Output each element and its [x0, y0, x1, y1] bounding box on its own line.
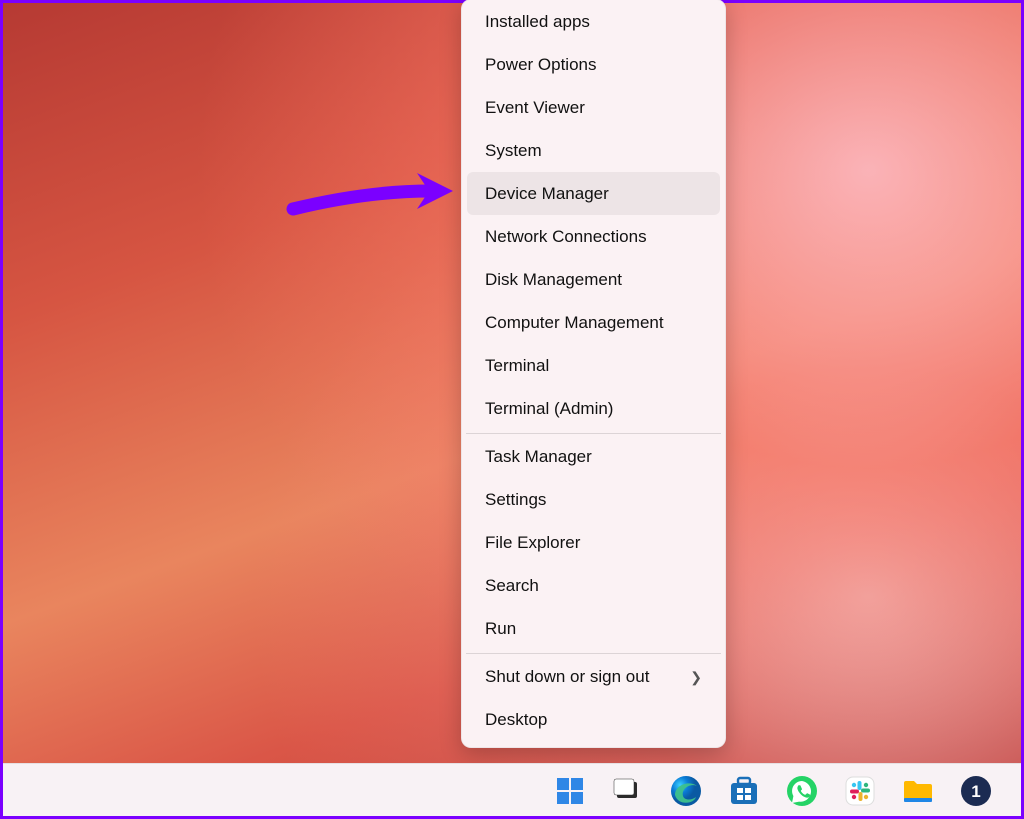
taskbar-icons: 1 — [553, 764, 993, 817]
menu-separator — [466, 653, 721, 654]
menu-item-power-options[interactable]: Power Options — [467, 43, 720, 86]
microsoft-store-icon — [727, 774, 761, 808]
menu-item-system[interactable]: System — [467, 129, 720, 172]
menu-item-network-connections[interactable]: Network Connections — [467, 215, 720, 258]
windows-logo-icon — [553, 774, 587, 808]
folder-icon — [901, 774, 935, 808]
file-explorer-button[interactable] — [901, 774, 935, 808]
menu-item-label: Run — [485, 620, 516, 637]
menu-item-shutdown-signout[interactable]: Shut down or sign out ❯ — [467, 655, 720, 698]
menu-item-disk-management[interactable]: Disk Management — [467, 258, 720, 301]
menu-item-label: Power Options — [485, 56, 597, 73]
menu-item-label: Desktop — [485, 711, 547, 728]
task-view-button[interactable] — [611, 774, 645, 808]
menu-item-terminal-admin[interactable]: Terminal (Admin) — [467, 387, 720, 430]
menu-item-label: File Explorer — [485, 534, 580, 551]
menu-item-label: Search — [485, 577, 539, 594]
menu-item-label: Settings — [485, 491, 546, 508]
microsoft-store-button[interactable] — [727, 774, 761, 808]
menu-item-label: System — [485, 142, 542, 159]
menu-item-label: Terminal (Admin) — [485, 400, 613, 417]
menu-item-run[interactable]: Run — [467, 607, 720, 650]
slack-icon — [843, 774, 877, 808]
whatsapp-button[interactable] — [785, 774, 819, 808]
edge-button[interactable] — [669, 774, 703, 808]
app-button[interactable]: 1 — [959, 774, 993, 808]
task-view-icon — [611, 774, 645, 808]
slack-button[interactable] — [843, 774, 877, 808]
menu-item-desktop[interactable]: Desktop — [467, 698, 720, 741]
circle-app-icon: 1 — [959, 774, 993, 808]
menu-item-label: Event Viewer — [485, 99, 585, 116]
chevron-right-icon: ❯ — [690, 670, 702, 684]
menu-item-label: Disk Management — [485, 271, 622, 288]
menu-item-settings[interactable]: Settings — [467, 478, 720, 521]
menu-item-label: Terminal — [485, 357, 549, 374]
whatsapp-icon — [785, 774, 819, 808]
menu-item-label: Device Manager — [485, 185, 609, 202]
menu-item-installed-apps[interactable]: Installed apps — [467, 0, 720, 43]
menu-item-file-explorer[interactable]: File Explorer — [467, 521, 720, 564]
svg-text:1: 1 — [971, 782, 980, 801]
winx-context-menu: Installed apps Power Options Event Viewe… — [461, 0, 726, 748]
menu-item-label: Network Connections — [485, 228, 647, 245]
menu-item-search[interactable]: Search — [467, 564, 720, 607]
taskbar: 1 — [3, 763, 1021, 816]
menu-item-label: Computer Management — [485, 314, 664, 331]
start-button[interactable] — [553, 774, 587, 808]
menu-item-label: Installed apps — [485, 13, 590, 30]
menu-item-label: Task Manager — [485, 448, 592, 465]
menu-item-device-manager[interactable]: Device Manager — [467, 172, 720, 215]
menu-item-computer-management[interactable]: Computer Management — [467, 301, 720, 344]
menu-item-label: Shut down or sign out — [485, 668, 649, 685]
menu-item-terminal[interactable]: Terminal — [467, 344, 720, 387]
screenshot-frame: Installed apps Power Options Event Viewe… — [0, 0, 1024, 819]
menu-separator — [466, 433, 721, 434]
menu-item-event-viewer[interactable]: Event Viewer — [467, 86, 720, 129]
menu-item-task-manager[interactable]: Task Manager — [467, 435, 720, 478]
edge-icon — [669, 774, 703, 808]
